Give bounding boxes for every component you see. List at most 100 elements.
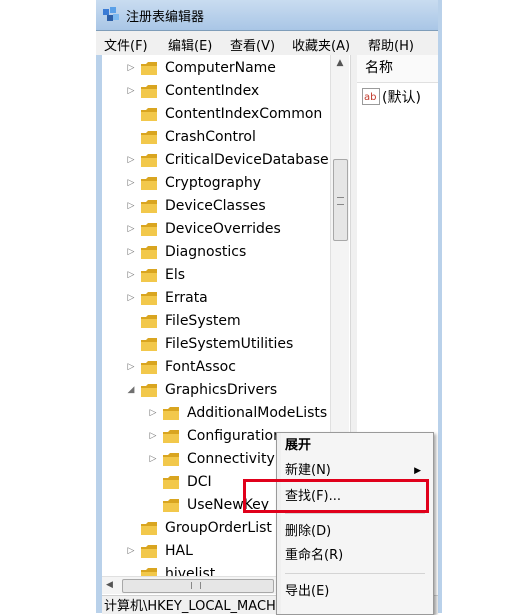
context-menu-item-label: 展开 xyxy=(285,438,312,453)
tree-item-label: Configuration xyxy=(187,428,282,444)
menu-file[interactable]: 文件(F) xyxy=(104,35,148,54)
tree-item-label: GraphicsDrivers xyxy=(165,382,278,398)
context-menu-item-label: 删除(D) xyxy=(285,524,332,539)
folder-icon xyxy=(141,568,157,576)
tree-item-label: DeviceClasses xyxy=(165,198,266,214)
folder-icon xyxy=(141,545,157,558)
collapse-arrow-icon[interactable]: ◢ xyxy=(126,379,136,402)
tree-item[interactable]: ContentIndexCommon xyxy=(102,103,350,126)
string-value-icon: ab xyxy=(362,88,380,105)
folder-icon xyxy=(141,292,157,305)
folder-icon xyxy=(141,223,157,236)
tree-item[interactable]: ▷ ComputerName xyxy=(102,57,350,80)
tree-item[interactable]: ▷ FontAssoc xyxy=(102,356,350,379)
tree-item-label: FileSystem xyxy=(165,313,241,329)
folder-icon xyxy=(141,246,157,259)
context-menu-item[interactable]: 导出(E) xyxy=(285,581,429,603)
tree-item-label: ContentIndexCommon xyxy=(165,106,323,122)
folder-icon xyxy=(163,407,179,420)
hscroll-thumb[interactable] xyxy=(122,579,274,593)
tree-item[interactable]: ▷ Els xyxy=(102,264,350,287)
scroll-left-arrow-icon[interactable]: ◀ xyxy=(106,577,113,594)
status-path: 计算机\HKEY_LOCAL_MACHINE xyxy=(104,599,298,614)
folder-icon xyxy=(163,430,179,443)
window-frame-right xyxy=(438,0,442,613)
menu-separator xyxy=(285,513,425,514)
scroll-up-arrow-icon[interactable]: ▲ xyxy=(331,55,349,72)
tree-item[interactable]: FileSystem xyxy=(102,310,350,333)
folder-icon xyxy=(141,131,157,144)
context-menu-item[interactable]: 删除(D) xyxy=(285,521,429,543)
folder-icon xyxy=(141,315,157,328)
expand-arrow-icon[interactable]: ▷ xyxy=(126,241,136,264)
expand-arrow-icon[interactable]: ▷ xyxy=(148,402,158,425)
folder-icon xyxy=(141,269,157,282)
tree-item-label: AdditionalModeLists xyxy=(187,405,328,421)
context-menu-item-label: 导出(E) xyxy=(285,584,330,599)
window-title: 注册表编辑器 xyxy=(126,10,205,25)
expand-arrow-icon[interactable]: ▷ xyxy=(126,172,136,195)
value-name-default[interactable]: (默认) xyxy=(382,87,421,107)
tree-item-label: GroupOrderList xyxy=(165,520,272,536)
tree-item[interactable]: ▷ DeviceOverrides xyxy=(102,218,350,241)
expand-arrow-icon[interactable]: ▷ xyxy=(126,356,136,379)
folder-icon xyxy=(141,361,157,374)
tree-item[interactable]: ▷ AdditionalModeLists xyxy=(102,402,350,425)
folder-icon xyxy=(141,108,157,121)
folder-icon xyxy=(163,453,179,466)
expand-arrow-icon[interactable]: ▷ xyxy=(126,264,136,287)
menu-favorites[interactable]: 收藏夹(A) xyxy=(292,35,350,54)
tree-item-label: CrashControl xyxy=(165,129,256,145)
regedit-icon xyxy=(103,7,119,21)
folder-icon xyxy=(163,476,179,489)
tree-item[interactable]: ▷ CriticalDeviceDatabase xyxy=(102,149,350,172)
folder-icon xyxy=(141,522,157,535)
context-menu-item-label: 重命名(R) xyxy=(285,548,344,563)
tree-item[interactable]: ▷ Diagnostics xyxy=(102,241,350,264)
expand-arrow-icon[interactable]: ▷ xyxy=(126,57,136,80)
tree-item[interactable]: ◢ GraphicsDrivers xyxy=(102,379,350,402)
tree-item-label: Els xyxy=(165,267,186,283)
folder-icon xyxy=(141,177,157,190)
folder-icon xyxy=(141,62,157,75)
expand-arrow-icon[interactable]: ▷ xyxy=(126,80,136,103)
tree-item-label: ContentIndex xyxy=(165,83,260,99)
tree-item[interactable]: ▷ Errata xyxy=(102,287,350,310)
scroll-thumb[interactable] xyxy=(333,159,348,241)
svg-text:ab: ab xyxy=(364,92,376,103)
tree-item-label: Connectivity xyxy=(187,451,275,467)
folder-icon xyxy=(163,499,179,512)
context-menu-item[interactable]: 展开 xyxy=(285,435,429,457)
tree-item[interactable]: CrashControl xyxy=(102,126,350,149)
folder-icon xyxy=(141,384,157,397)
tree-item-label: CriticalDeviceDatabase xyxy=(165,152,329,168)
tree-item[interactable]: FileSystemUtilities xyxy=(102,333,350,356)
tree-item[interactable]: ▷ Cryptography xyxy=(102,172,350,195)
menu-view[interactable]: 查看(V) xyxy=(230,35,275,54)
expand-arrow-icon[interactable]: ▷ xyxy=(126,149,136,172)
folder-icon xyxy=(141,200,157,213)
tree-item[interactable]: ▷ DeviceClasses xyxy=(102,195,350,218)
column-header-name[interactable]: 名称 xyxy=(357,55,438,83)
tree-item-label: DCI xyxy=(187,474,212,490)
tree-item-label: Cryptography xyxy=(165,175,262,191)
context-menu-item[interactable]: 重命名(R) xyxy=(285,545,429,567)
menu-edit[interactable]: 编辑(E) xyxy=(168,35,212,54)
expand-arrow-icon[interactable]: ▷ xyxy=(126,218,136,241)
find-highlight-box xyxy=(243,479,429,513)
tree-item-label: HAL xyxy=(165,543,193,559)
expand-arrow-icon[interactable]: ▷ xyxy=(126,287,136,310)
menu-help[interactable]: 帮助(H) xyxy=(368,35,414,54)
context-menu: 展开 新建(N) ▶ 查找(F)... 删除(D) 重命名(R) 导出(E) xyxy=(276,432,434,615)
folder-icon xyxy=(141,338,157,351)
tree-item[interactable]: ▷ ContentIndex xyxy=(102,80,350,103)
expand-arrow-icon[interactable]: ▷ xyxy=(126,540,136,563)
expand-arrow-icon[interactable]: ▷ xyxy=(148,448,158,471)
expand-arrow-icon[interactable]: ▷ xyxy=(148,425,158,448)
menu-separator xyxy=(285,573,425,574)
tree-item-label: FontAssoc xyxy=(165,359,236,375)
tree-item-label: ComputerName xyxy=(165,60,276,76)
expand-arrow-icon[interactable]: ▷ xyxy=(126,195,136,218)
tree-item-label: FileSystemUtilities xyxy=(165,336,294,352)
folder-icon xyxy=(141,154,157,167)
